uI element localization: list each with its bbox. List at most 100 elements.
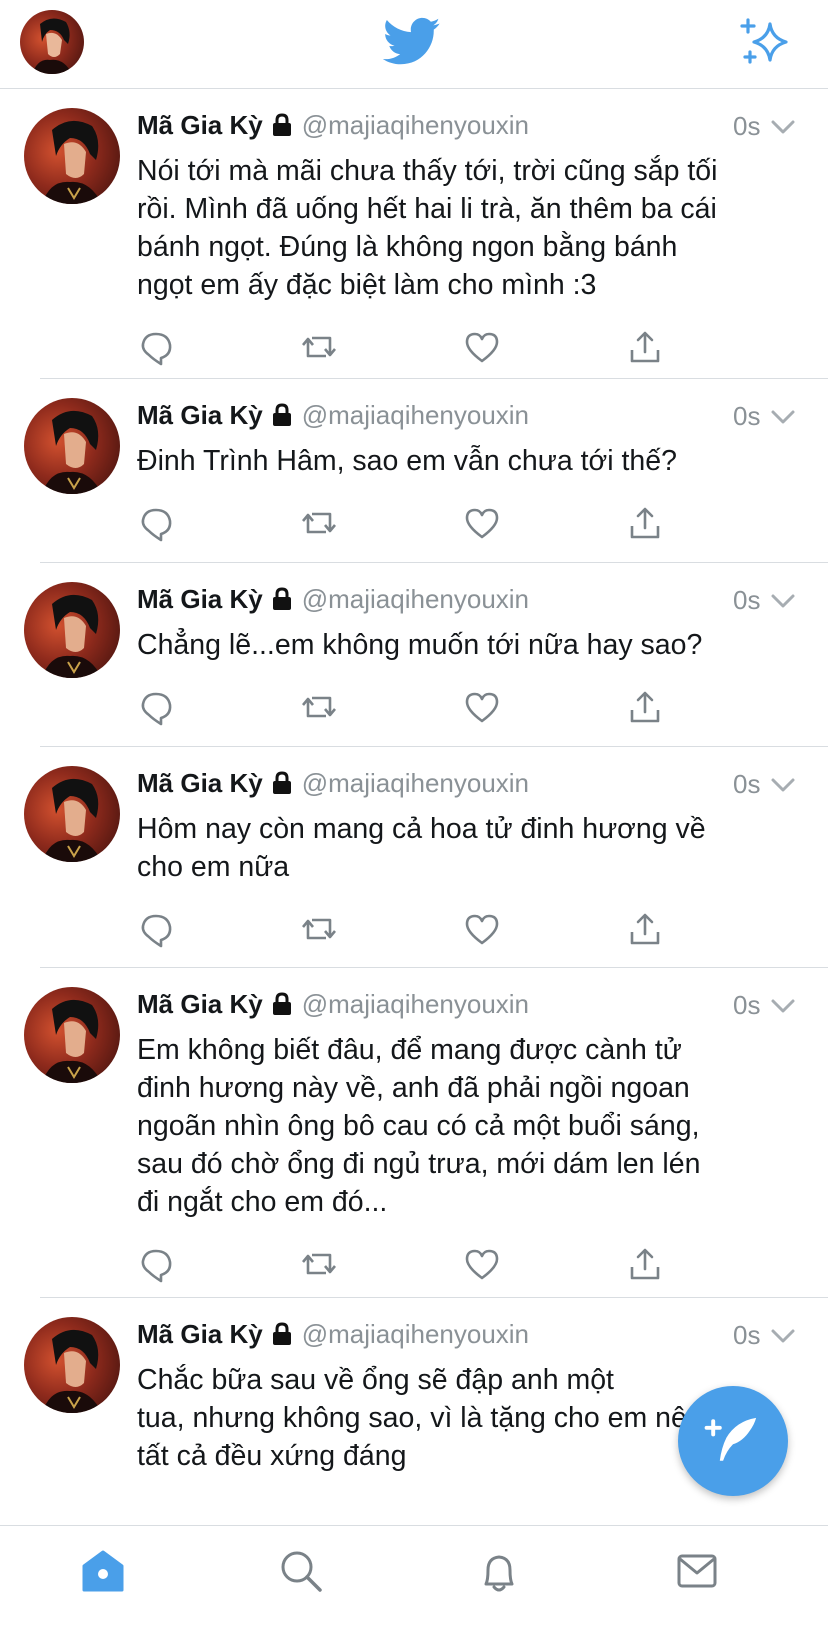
retweet-button[interactable] <box>300 910 338 948</box>
tweet[interactable]: Mã Gia Kỳ @majiaqihenyouxin 0s Em không biế… <box>0 967 828 1297</box>
chevron-down-icon[interactable] <box>770 592 796 610</box>
share-icon <box>630 507 660 539</box>
retweet-button[interactable] <box>300 328 338 366</box>
share-button[interactable] <box>626 910 664 948</box>
search-icon <box>281 1551 322 1592</box>
author-handle[interactable]: @majiaqihenyouxin <box>302 768 529 799</box>
tab-messages[interactable] <box>672 1546 722 1596</box>
top-bar <box>0 0 828 89</box>
tweet-header: Mã Gia Kỳ @majiaqihenyouxin <box>137 988 529 1020</box>
tweet-text: Đinh Trình Hâm, sao em vẫn chưa tới thế? <box>137 442 797 480</box>
compose-button[interactable] <box>678 1386 788 1496</box>
tweet-avatar[interactable] <box>24 582 120 678</box>
reply-button[interactable] <box>137 910 175 948</box>
tweet-header: Mã Gia Kỳ @majiaqihenyouxin <box>137 109 529 141</box>
reply-icon <box>141 914 172 948</box>
like-button[interactable] <box>463 688 501 726</box>
tweet-text-line: đinh hương này về, anh đã phải ngồi ngoa… <box>137 1072 690 1104</box>
like-icon <box>465 692 499 723</box>
like-button[interactable] <box>463 504 501 542</box>
like-icon <box>465 1249 499 1280</box>
reply-button[interactable] <box>137 688 175 726</box>
author-handle[interactable]: @majiaqihenyouxin <box>302 110 529 141</box>
share-button[interactable] <box>626 688 664 726</box>
retweet-icon <box>302 336 336 358</box>
chevron-down-icon[interactable] <box>770 997 796 1015</box>
tweet-text-line: ngọt em ấy đặc biệt làm cho mình :3 <box>137 269 597 301</box>
lock-icon <box>272 587 291 610</box>
tweet-avatar[interactable] <box>24 766 120 862</box>
share-button[interactable] <box>626 504 664 542</box>
tweet-text-line: đi ngắt cho em đó... <box>137 1186 388 1218</box>
tab-notifications[interactable] <box>474 1546 524 1596</box>
reply-button[interactable] <box>137 1245 175 1283</box>
like-icon <box>465 508 499 539</box>
tweet-avatar[interactable] <box>24 108 120 204</box>
tweet-actions <box>137 910 697 950</box>
reply-icon <box>141 508 172 542</box>
tweet[interactable]: Mã Gia Kỳ @majiaqihenyouxin 0s Hôm nay còn … <box>0 746 828 967</box>
tweet-text-line: Đinh Trình Hâm, sao em vẫn chưa tới thế? <box>137 445 677 477</box>
chevron-down-icon[interactable] <box>770 776 796 794</box>
author-name[interactable]: Mã Gia Kỳ <box>137 584 263 615</box>
tweet-actions <box>137 1245 697 1285</box>
author-name[interactable]: Mã Gia Kỳ <box>137 768 263 799</box>
tweet-timestamp: 0s <box>733 769 761 799</box>
lock-icon <box>272 113 291 136</box>
lock-icon <box>272 403 291 426</box>
tweet-text-line: Hôm nay còn mang cả hoa tử đinh hương về <box>137 813 706 845</box>
tweet[interactable]: Mã Gia Kỳ @majiaqihenyouxin 0s Đinh Trình H… <box>0 378 828 562</box>
like-icon <box>465 914 499 945</box>
tweet-text: Nói tới mà mãi chưa thấy tới, trời cũng … <box>137 152 797 304</box>
tweet-timestamp: 0s <box>733 585 761 615</box>
tweet-header: Mã Gia Kỳ @majiaqihenyouxin <box>137 583 529 615</box>
share-button[interactable] <box>626 1245 664 1283</box>
author-handle[interactable]: @majiaqihenyouxin <box>302 989 529 1020</box>
author-name[interactable]: Mã Gia Kỳ <box>137 1319 263 1350</box>
tab-search[interactable] <box>276 1546 326 1596</box>
retweet-button[interactable] <box>300 1245 338 1283</box>
reply-button[interactable] <box>137 328 175 366</box>
tab-home[interactable] <box>78 1546 128 1596</box>
tweet-actions <box>137 688 697 728</box>
tweet-header: Mã Gia Kỳ @majiaqihenyouxin <box>137 399 529 431</box>
like-button[interactable] <box>463 910 501 948</box>
share-button[interactable] <box>626 328 664 366</box>
like-button[interactable] <box>463 328 501 366</box>
tweet[interactable]: Mã Gia Kỳ @majiaqihenyouxin 0s Nói tới mà m… <box>0 88 828 378</box>
reply-button[interactable] <box>137 504 175 542</box>
tweet-text-line: Chẳng lẽ...em không muốn tới nữa hay sao… <box>137 629 703 661</box>
tweet-header: Mã Gia Kỳ @majiaqihenyouxin <box>137 767 529 799</box>
author-name[interactable]: Mã Gia Kỳ <box>137 400 263 431</box>
lock-icon <box>272 771 291 794</box>
chevron-down-icon[interactable] <box>770 118 796 136</box>
tweet-avatar[interactable] <box>24 987 120 1083</box>
author-name[interactable]: Mã Gia Kỳ <box>137 989 263 1020</box>
chevron-down-icon[interactable] <box>770 408 796 426</box>
tweet-timestamp: 0s <box>733 111 761 141</box>
chevron-down-icon[interactable] <box>770 1327 796 1345</box>
tweet-timestamp: 0s <box>733 1320 761 1350</box>
author-name[interactable]: Mã Gia Kỳ <box>137 110 263 141</box>
like-icon <box>465 332 499 363</box>
retweet-button[interactable] <box>300 688 338 726</box>
tweet-text-line: ngoãn nhìn ông bô cau có cả một buổi sán… <box>137 1110 700 1142</box>
retweet-icon <box>302 1253 336 1275</box>
tweet-header: Mã Gia Kỳ @majiaqihenyouxin <box>137 1318 529 1350</box>
tweet-text: Chẳng lẽ...em không muốn tới nữa hay sao… <box>137 626 797 664</box>
like-button[interactable] <box>463 1245 501 1283</box>
tweet-avatar[interactable] <box>24 1317 120 1413</box>
author-handle[interactable]: @majiaqihenyouxin <box>302 400 529 431</box>
retweet-button[interactable] <box>300 504 338 542</box>
author-handle[interactable]: @majiaqihenyouxin <box>302 1319 529 1350</box>
tweet-text-line: Nói tới mà mãi chưa thấy tới, trời cũng … <box>137 155 718 187</box>
tweet-text-line: sau đó chờ ổng đi ngủ trưa, mới dám len … <box>137 1148 701 1180</box>
author-handle[interactable]: @majiaqihenyouxin <box>302 584 529 615</box>
tweet-text-line: Chắc bữa sau về ổng sẽ đập anh một <box>137 1364 614 1396</box>
messages-icon <box>677 1554 717 1588</box>
tweet-avatar[interactable] <box>24 398 120 494</box>
tweet[interactable]: Mã Gia Kỳ @majiaqihenyouxin 0s Chẳng lẽ...e… <box>0 562 828 746</box>
profile-avatar[interactable] <box>20 10 84 74</box>
twitter-bird-icon[interactable] <box>383 16 441 68</box>
sparkle-icon[interactable] <box>736 16 796 68</box>
